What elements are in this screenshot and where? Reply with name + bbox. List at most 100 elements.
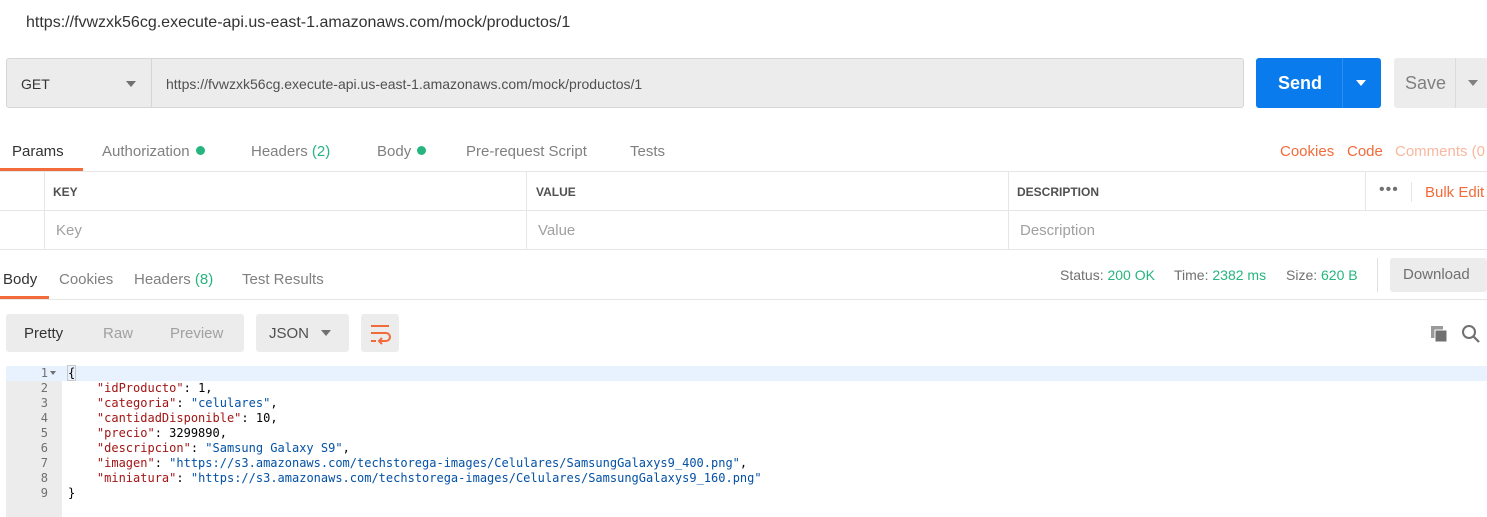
params-header-row: KEY VALUE DESCRIPTION ••• Bulk Edit <box>0 172 1487 211</box>
format-label: JSON <box>269 325 310 342</box>
code-text: "cantidadDisponible": 10, <box>96 411 278 425</box>
key-input[interactable]: Key <box>56 222 82 239</box>
response-tabs: Body Cookies Headers (8) Test Results St… <box>0 258 1487 300</box>
save-button[interactable]: Save <box>1394 58 1487 108</box>
tab-body[interactable]: Body <box>377 143 427 160</box>
size-label: Size: <box>1286 267 1318 283</box>
json-key: "descripcion" <box>96 441 191 455</box>
line-number: 9 <box>40 486 48 500</box>
params-table: KEY VALUE DESCRIPTION ••• Bulk Edit Key … <box>0 172 1487 250</box>
send-options-chevron-icon[interactable] <box>1356 80 1366 86</box>
request-title: https://fvwzxk56cg.execute-api.us-east-1… <box>26 14 571 31</box>
code-line: 2 "idProducto": 1, <box>6 381 1487 396</box>
code-link[interactable]: Code <box>1347 143 1383 160</box>
json-value: "https://s3.amazonaws.com/techstorega-im… <box>169 456 740 470</box>
column-divider <box>526 211 527 250</box>
cookies-link[interactable]: Cookies <box>1280 143 1334 160</box>
response-body-editor[interactable]: 1 { 2 "idProducto": 1, 3 "categoria": "c… <box>6 365 1487 517</box>
code-line: 6 "descripcion": "Samsung Galaxy S9", <box>6 441 1487 456</box>
size-value[interactable]: 620 B <box>1321 267 1358 283</box>
fold-chevron-icon[interactable] <box>50 371 56 375</box>
active-tab-indicator <box>0 168 83 171</box>
value-input[interactable]: Value <box>538 222 575 239</box>
search-icon[interactable] <box>1461 324 1481 344</box>
code-line: 9 } <box>6 486 1487 501</box>
code-line: 7 "imagen": "https://s3.amazonaws.com/te… <box>6 456 1487 471</box>
line-number: 1 <box>40 366 48 380</box>
tab-response-headers-label: Headers <box>134 271 191 288</box>
divider <box>1377 258 1378 292</box>
tab-authorization-label: Authorization <box>102 143 190 160</box>
code-text: "descripcion": "Samsung Galaxy S9", <box>96 441 350 455</box>
tab-params[interactable]: Params <box>12 143 64 160</box>
code-text: "precio": 3299890, <box>96 426 227 440</box>
download-button[interactable]: Download <box>1390 258 1487 292</box>
method-label: GET <box>21 76 50 92</box>
format-select[interactable]: JSON <box>256 314 349 352</box>
tab-body-label: Body <box>377 143 412 160</box>
wrap-lines-button[interactable] <box>361 314 399 352</box>
send-label: Send <box>1278 73 1323 93</box>
time-value[interactable]: 2382 ms <box>1212 267 1266 283</box>
url-input[interactable]: https://fvwzxk56cg.execute-api.us-east-1… <box>151 58 1244 108</box>
comments-link[interactable]: Comments (0 <box>1395 143 1485 160</box>
status-dot-icon <box>195 146 205 155</box>
more-options-icon[interactable]: ••• <box>1379 181 1399 199</box>
code-text: "miniatura": "https://s3.amazonaws.com/t… <box>96 471 762 485</box>
active-tab-indicator <box>0 296 49 299</box>
copy-icon[interactable] <box>1429 324 1449 344</box>
raw-button[interactable]: Raw <box>103 325 133 342</box>
code-text: } <box>68 486 75 501</box>
json-key: "idProducto" <box>96 381 184 395</box>
pretty-button[interactable]: Pretty <box>24 325 63 342</box>
column-header-value: VALUE <box>536 185 576 199</box>
method-select[interactable]: GET <box>6 58 152 108</box>
tab-pre-request-script[interactable]: Pre-request Script <box>466 143 587 160</box>
save-options-chevron-icon[interactable] <box>1468 80 1478 86</box>
code-text: "categoria": "celulares", <box>96 396 278 410</box>
line-number: 2 <box>40 381 48 395</box>
time-label: Time: <box>1174 267 1209 283</box>
json-key: "cantidadDisponible" <box>96 411 242 425</box>
tab-response-body[interactable]: Body <box>3 271 37 288</box>
send-divider <box>1342 58 1343 108</box>
code-text: "imagen": "https://s3.amazonaws.com/tech… <box>96 456 748 470</box>
tab-response-cookies[interactable]: Cookies <box>59 271 113 288</box>
body-toolbar: Pretty Raw Preview JSON <box>6 314 1487 352</box>
request-tabs: Params Authorization Headers (2) Body Pr… <box>0 130 1487 172</box>
json-value: 10 <box>255 411 271 425</box>
time-info: Time: 2382 ms <box>1174 267 1266 283</box>
code-text: "idProducto": 1, <box>96 381 213 395</box>
bulk-edit-link[interactable]: Bulk Edit <box>1425 184 1484 201</box>
tab-authorization[interactable]: Authorization <box>102 143 205 160</box>
column-divider <box>526 172 527 211</box>
tab-headers-label: Headers <box>251 143 308 160</box>
status-info: Status: 200 OK <box>1060 267 1155 283</box>
code-line: 1 { <box>6 365 1487 381</box>
line-number: 4 <box>40 411 48 425</box>
line-number: 3 <box>40 396 48 410</box>
chevron-down-icon <box>321 330 331 336</box>
save-label: Save <box>1405 73 1447 93</box>
line-number: 6 <box>40 441 48 455</box>
url-bar: GET https://fvwzxk56cg.execute-api.us-ea… <box>6 58 1487 108</box>
json-value: 3299890 <box>169 426 220 440</box>
tab-test-results[interactable]: Test Results <box>242 271 324 288</box>
code-line: 3 "categoria": "celulares", <box>6 396 1487 411</box>
column-divider <box>1008 172 1009 211</box>
code-line: 4 "cantidadDisponible": 10, <box>6 411 1487 426</box>
tab-tests[interactable]: Tests <box>630 143 665 160</box>
send-button[interactable]: Send <box>1256 58 1381 108</box>
line-number: 8 <box>40 471 48 485</box>
tab-headers[interactable]: Headers (2) <box>251 143 330 160</box>
json-key: "imagen" <box>96 456 155 470</box>
preview-button[interactable]: Preview <box>170 325 223 342</box>
description-input[interactable]: Description <box>1020 222 1095 239</box>
code-line: 5 "precio": 3299890, <box>6 426 1487 441</box>
column-divider <box>44 172 45 211</box>
column-header-key: KEY <box>53 185 78 199</box>
json-value: "Samsung Galaxy S9" <box>205 441 343 455</box>
status-value[interactable]: 200 OK <box>1107 267 1154 283</box>
json-key: "miniatura" <box>96 471 177 485</box>
tab-response-headers[interactable]: Headers (8) <box>134 271 213 288</box>
